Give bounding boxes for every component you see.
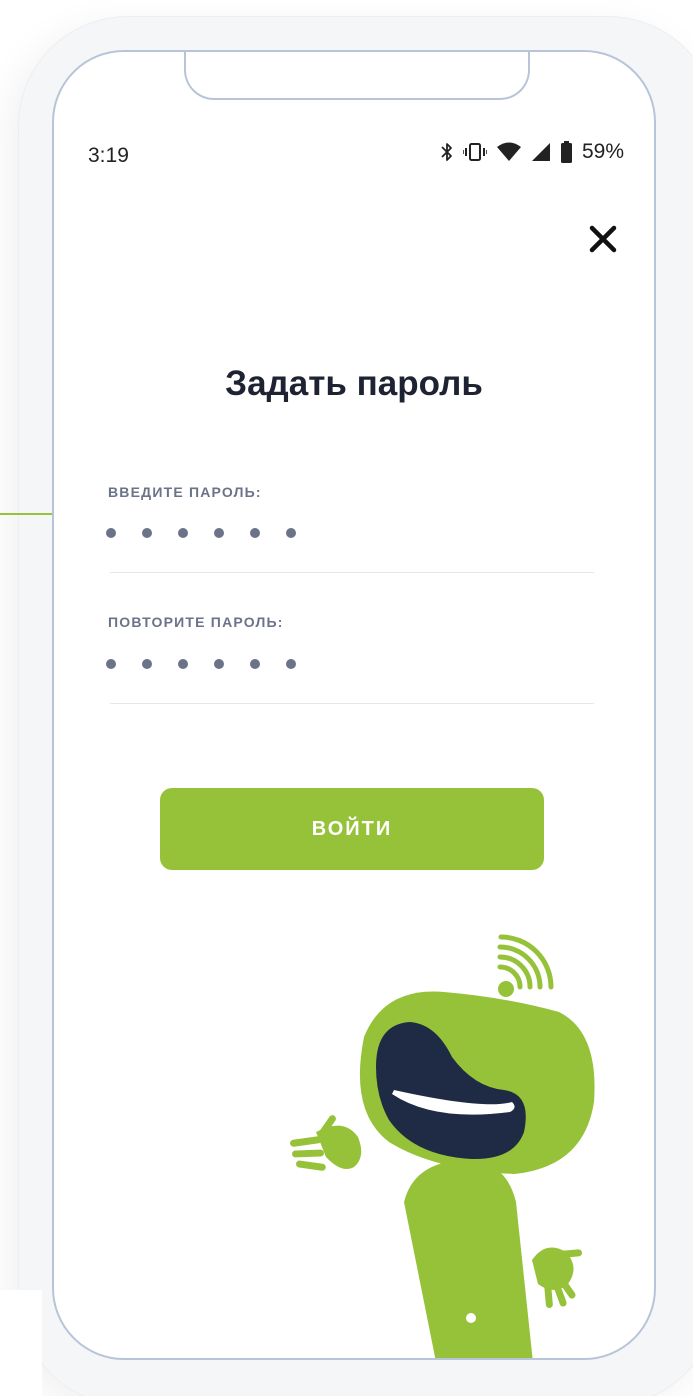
mascot-signal-icon xyxy=(497,934,554,997)
phone-screen: 3:19 59% Задать пароль ВВЕДИТЕ ПАРОЛЬ: П… xyxy=(52,50,656,1360)
mascot-illustration xyxy=(290,934,595,1358)
background-patch xyxy=(0,1290,42,1396)
